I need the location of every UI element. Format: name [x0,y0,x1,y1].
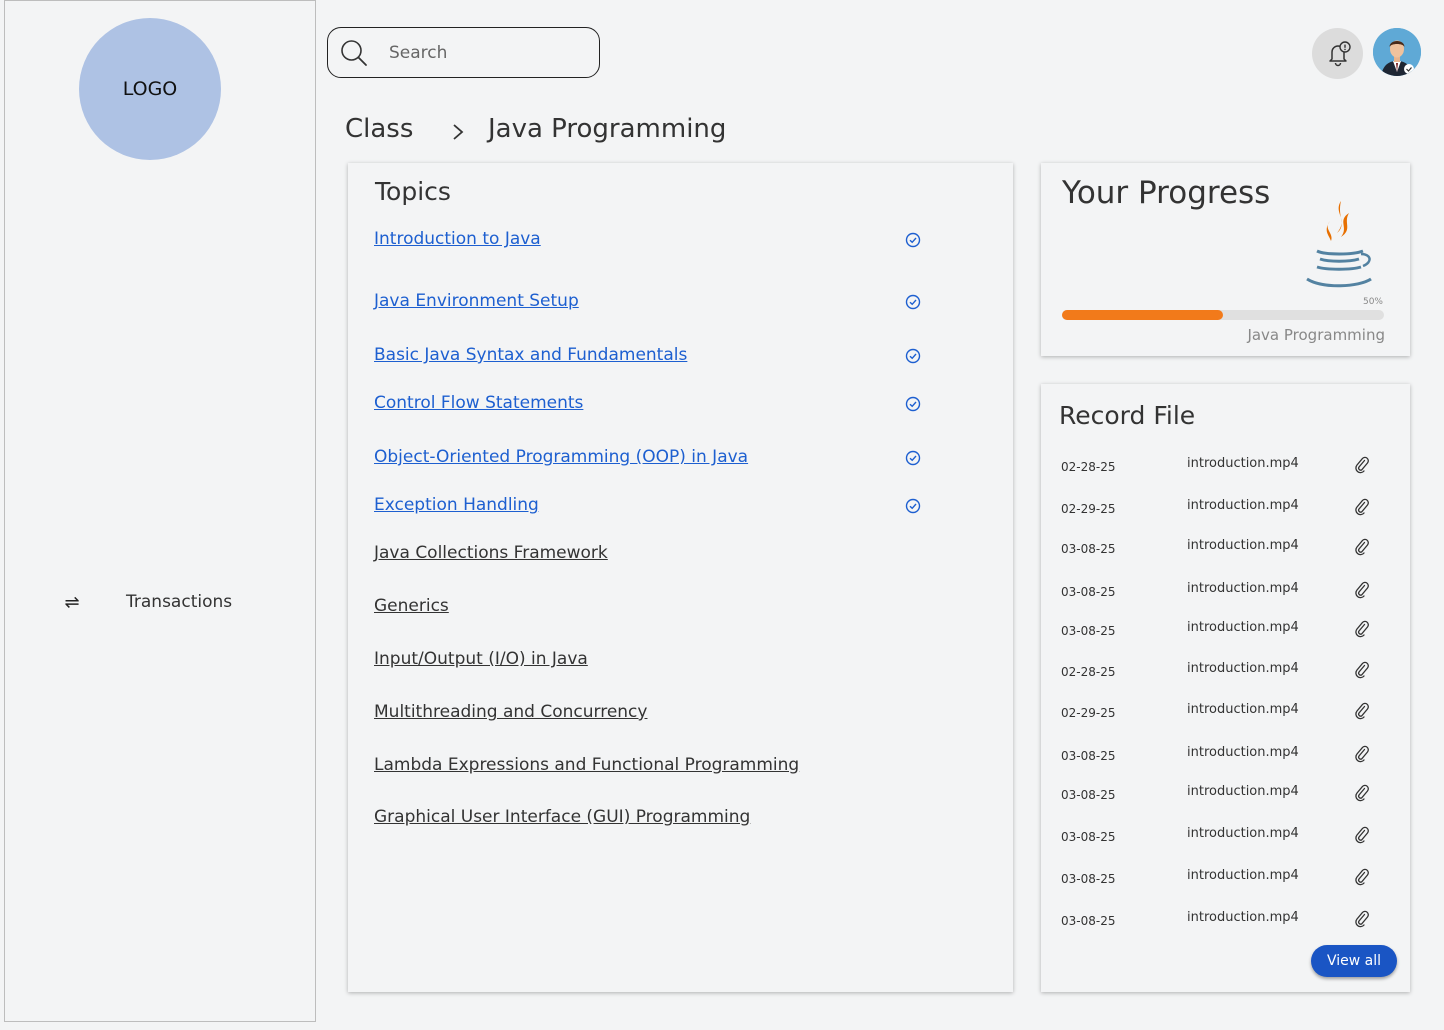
paperclip-icon[interactable] [1354,620,1370,638]
record-date: 03-08-25 [1061,914,1116,928]
record-filename[interactable]: introduction.mp4 [1187,868,1299,883]
paperclip-icon[interactable] [1354,745,1370,763]
record-date: 03-08-25 [1061,788,1116,802]
record-date: 03-08-25 [1061,542,1116,556]
record-file-title: Record File [1059,401,1196,430]
paperclip-icon[interactable] [1354,661,1370,679]
topic-link[interactable]: Multithreading and Concurrency [374,702,647,722]
view-all-button[interactable]: View all [1311,945,1397,977]
sidebar-item-transactions[interactable]: ⇌ Transactions [57,587,287,617]
record-date: 03-08-25 [1061,624,1116,638]
logo[interactable]: LOGO [79,18,221,160]
record-filename[interactable]: introduction.mp4 [1187,784,1299,799]
topic-link[interactable]: Input/Output (I/O) in Java [374,649,588,669]
progress-card: Your Progress 50% Java Programming [1041,163,1410,356]
record-filename[interactable]: introduction.mp4 [1187,498,1299,513]
breadcrumb-class-link[interactable]: Class [345,114,413,144]
topic-link[interactable]: Control Flow Statements [374,393,583,413]
topic-link[interactable]: Generics [374,596,449,616]
swap-arrows-icon: ⇌ [64,591,80,613]
search-input[interactable] [389,42,589,63]
notification-button[interactable] [1312,28,1363,79]
search-icon [338,37,370,69]
paperclip-icon[interactable] [1354,826,1370,844]
page-title: Java Programming [488,114,727,144]
topics-title: Topics [375,177,451,206]
record-row: 02-28-25 introduction.mp4 [1041,661,1410,685]
search-bar [327,27,600,78]
record-filename[interactable]: introduction.mp4 [1187,581,1299,596]
topics-card: Topics Introduction to Java Java Environm… [348,163,1013,992]
progress-title: Your Progress [1062,175,1271,211]
progress-bar [1062,310,1384,320]
record-row: 03-08-25 introduction.mp4 [1041,745,1410,769]
java-logo-icon [1306,201,1372,288]
record-row: 03-08-25 introduction.mp4 [1041,826,1410,850]
topic-link[interactable]: Basic Java Syntax and Fundamentals [374,345,687,365]
paperclip-icon[interactable] [1354,868,1370,886]
record-row: 02-29-25 introduction.mp4 [1041,498,1410,522]
record-date: 02-28-25 [1061,665,1116,679]
record-row: 03-08-25 introduction.mp4 [1041,581,1410,605]
record-row: 03-08-25 introduction.mp4 [1041,620,1410,644]
topic-link[interactable]: Exception Handling [374,495,539,515]
topic-link[interactable]: Java Collections Framework [374,543,608,563]
check-circle-icon [905,232,921,248]
paperclip-icon[interactable] [1354,702,1370,720]
record-file-card: Record File 02-28-25 introduction.mp4 02-2… [1041,384,1410,992]
record-filename[interactable]: introduction.mp4 [1187,456,1299,471]
record-filename[interactable]: introduction.mp4 [1187,910,1299,925]
record-date: 02-28-25 [1061,460,1116,474]
check-circle-icon [905,348,921,364]
record-row: 02-28-25 introduction.mp4 [1041,456,1410,480]
paperclip-icon[interactable] [1354,456,1370,474]
sidebar: LOGO ⇌ Transactions [4,0,316,1022]
topic-link[interactable]: Object-Oriented Programming (OOP) in Jav… [374,447,748,467]
progress-bar-fill [1062,310,1223,320]
record-date: 02-29-25 [1061,502,1116,516]
paperclip-icon[interactable] [1354,581,1370,599]
paperclip-icon[interactable] [1354,910,1370,928]
record-filename[interactable]: introduction.mp4 [1187,538,1299,553]
topic-link[interactable]: Graphical User Interface (GUI) Programmi… [374,807,750,827]
record-date: 03-08-25 [1061,872,1116,886]
paperclip-icon[interactable] [1354,498,1370,516]
record-row: 03-08-25 introduction.mp4 [1041,868,1410,892]
record-date: 03-08-25 [1061,585,1116,599]
record-filename[interactable]: introduction.mp4 [1187,745,1299,760]
record-date: 03-08-25 [1061,749,1116,763]
sidebar-item-label: Transactions [126,592,233,612]
topic-link[interactable]: Lambda Expressions and Functional Progra… [374,755,799,775]
topic-link[interactable]: Introduction to Java [374,229,541,249]
progress-course-name: Java Programming [1247,326,1385,344]
check-circle-icon [905,294,921,310]
topic-link[interactable]: Java Environment Setup [374,291,579,311]
paperclip-icon[interactable] [1354,538,1370,556]
record-filename[interactable]: introduction.mp4 [1187,702,1299,717]
record-filename[interactable]: introduction.mp4 [1187,661,1299,676]
avatar[interactable] [1373,28,1421,76]
record-filename[interactable]: introduction.mp4 [1187,620,1299,635]
record-date: 02-29-25 [1061,706,1116,720]
user-avatar-icon [1373,28,1421,76]
record-filename[interactable]: introduction.mp4 [1187,826,1299,841]
logo-text: LOGO [122,78,178,100]
record-date: 03-08-25 [1061,830,1116,844]
paperclip-icon[interactable] [1354,784,1370,802]
record-row: 03-08-25 introduction.mp4 [1041,538,1410,562]
record-row: 03-08-25 introduction.mp4 [1041,910,1410,934]
record-row: 02-29-25 introduction.mp4 [1041,702,1410,726]
chevron-right-icon [453,124,464,140]
bell-alert-icon [1328,40,1351,66]
check-circle-icon [905,450,921,466]
record-row: 03-08-25 introduction.mp4 [1041,784,1410,808]
progress-percent: 50% [1362,297,1383,307]
check-circle-icon [905,498,921,514]
check-circle-icon [905,396,921,412]
